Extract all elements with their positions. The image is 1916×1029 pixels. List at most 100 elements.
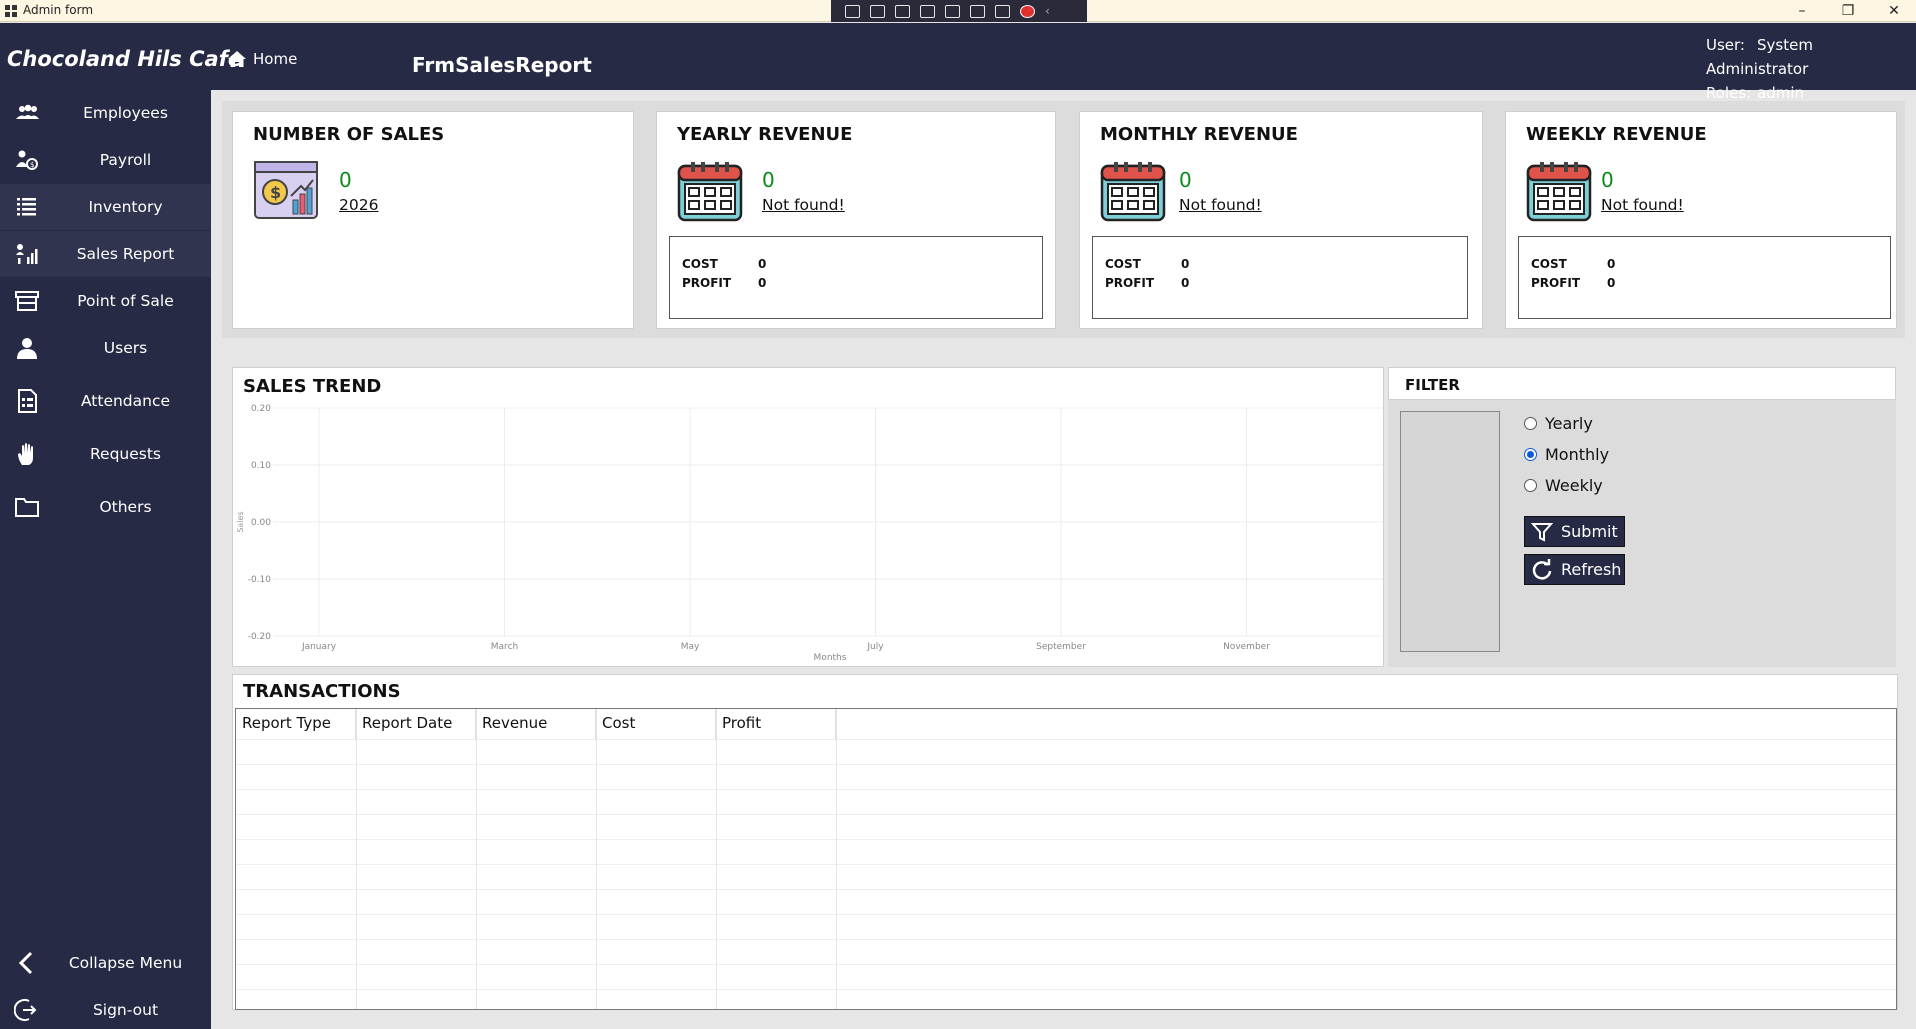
sidebar-item-label: Payroll [99, 151, 152, 169]
pointer-icon[interactable] [895, 4, 910, 18]
toolbar-icon[interactable] [845, 4, 860, 18]
y-tick-label: 0.00 [251, 518, 271, 528]
card-title: YEARLY REVENUE [677, 124, 853, 145]
column-header[interactable]: Cost [596, 709, 716, 739]
window-icon[interactable] [920, 4, 935, 18]
sidebar-item-attendance[interactable]: Attendance [0, 378, 211, 424]
sidebar-item-users[interactable]: Users [0, 325, 211, 371]
sidebar-item-label: Users [103, 339, 148, 357]
radio-label: Yearly [1545, 414, 1593, 433]
grid-row-line [236, 939, 1896, 940]
sidebar-item-point-of-sale[interactable]: Point of Sale [0, 278, 211, 324]
hand-icon [18, 443, 33, 465]
signout-label: Sign-out [92, 1001, 159, 1019]
sidebar-item-requests[interactable]: Requests [0, 431, 211, 477]
radio-weekly[interactable]: Weekly [1524, 476, 1603, 495]
y-tick-label: -0.10 [248, 575, 272, 585]
monthly-status-link[interactable]: Not found! [1179, 196, 1262, 214]
sidebar-item-others[interactable]: Others [0, 484, 211, 530]
grid-row-line [236, 889, 1896, 890]
camera-icon[interactable] [870, 4, 885, 18]
calendar-icon [1100, 162, 1166, 222]
app-icon [5, 5, 17, 17]
filter-funnel-icon [1531, 522, 1553, 542]
sidebar-item-label: Sales Report [76, 245, 175, 263]
x-tick-label: May [681, 642, 700, 652]
monitor-icon[interactable] [945, 4, 960, 18]
close-button[interactable]: ✕ [1872, 0, 1916, 22]
sidebar-item-label: Employees [83, 104, 168, 122]
store-icon [15, 291, 39, 311]
accessibility-icon[interactable] [995, 4, 1010, 18]
weekly-revenue-card: WEEKLY REVENUE 0 Not found! COST 0 PROFIT… [1505, 111, 1897, 329]
radio-label: Monthly [1545, 445, 1610, 464]
yearly-cost-profit-box: COST 0 PROFIT 0 [669, 236, 1043, 319]
column-header[interactable]: Report Type [236, 709, 356, 739]
y-tick-label: -0.20 [248, 632, 272, 642]
user-icon [17, 338, 37, 359]
column-header[interactable]: Profit [716, 709, 836, 739]
list-icon [17, 198, 36, 216]
radio-dot[interactable] [1524, 417, 1537, 430]
collapse-menu-button[interactable]: Collapse Menu [0, 940, 211, 986]
cost-value: 0 [758, 257, 767, 271]
sales-chart-icon: $ [254, 161, 318, 219]
x-tick-label: November [1223, 642, 1270, 652]
home-button[interactable]: Home [227, 49, 297, 69]
sidebar-item-payroll[interactable]: $ Payroll [0, 137, 211, 183]
signout-button[interactable]: Sign-out [0, 987, 211, 1029]
collapse-menu-label: Collapse Menu [68, 954, 183, 972]
transactions-table[interactable]: Report Type Report Date Revenue Cost Pro… [235, 708, 1897, 1010]
refresh-button[interactable]: Refresh [1524, 554, 1625, 585]
radio-monthly[interactable]: Monthly [1524, 445, 1609, 464]
sales-year-link[interactable]: 2026 [339, 196, 378, 214]
sidebar-item-sales-report[interactable]: Sales Report [0, 231, 211, 277]
x-tick-label: March [491, 642, 518, 652]
column-header[interactable]: Revenue [476, 709, 596, 739]
profit-value: 0 [1607, 276, 1616, 290]
grid-row-line [236, 739, 1896, 740]
restore-button[interactable]: ❐ [1826, 0, 1870, 22]
column-header[interactable]: Report Date [356, 709, 476, 739]
calendar-icon [677, 162, 743, 222]
minimize-button[interactable]: – [1780, 0, 1824, 22]
grid-row-line [236, 839, 1896, 840]
card-title: MONTHLY REVENUE [1100, 124, 1298, 145]
sales-trend-panel: SALES TREND 0.20 0.10 0.00 -0.10 -0.20 Januar… [232, 367, 1384, 667]
y-tick-label: 0.10 [251, 461, 271, 471]
x-tick-label: January [301, 642, 337, 652]
card-title: WEEKLY REVENUE [1526, 124, 1707, 145]
sidebar-item-inventory[interactable]: Inventory [0, 184, 211, 230]
yearly-revenue-card: YEARLY REVENUE 0 Not found! COST 0 PROFIT… [656, 111, 1056, 329]
y-axis-label: Sales [236, 511, 245, 532]
window-title: Admin form [23, 3, 94, 17]
audio-icon[interactable] [970, 4, 985, 18]
transactions-panel: TRANSACTIONS Report Type Report Date Rev… [232, 674, 1898, 1010]
yearly-status-link[interactable]: Not found! [762, 196, 845, 214]
sidebar-item-label: Attendance [80, 392, 171, 410]
cost-label: COST [1531, 257, 1567, 271]
radio-dot[interactable] [1524, 479, 1537, 492]
report-chart-icon [16, 244, 38, 264]
profit-label: PROFIT [682, 276, 732, 290]
grid-row-line [236, 864, 1896, 865]
payroll-icon: $ [16, 150, 38, 170]
attendance-sheet-icon [18, 389, 37, 413]
profit-value: 0 [1181, 276, 1190, 290]
submit-button[interactable]: Submit [1524, 516, 1625, 547]
svg-text:$: $ [30, 161, 34, 169]
weekly-status-link[interactable]: Not found! [1601, 196, 1684, 214]
stop-icon[interactable] [1020, 4, 1035, 18]
sidebar-item-label: Point of Sale [77, 292, 174, 310]
app-header: Chocoland Hils Cafe Home FrmSalesReport … [0, 23, 1916, 102]
chevron-left-icon[interactable]: ‹ [1045, 4, 1053, 18]
people-icon [16, 104, 39, 119]
radio-dot[interactable] [1524, 448, 1537, 461]
card-title: NUMBER OF SALES [253, 124, 445, 145]
svg-text:$: $ [270, 183, 281, 202]
radio-yearly[interactable]: Yearly [1524, 414, 1593, 433]
sales-trend-chart: 0.20 0.10 0.00 -0.10 -0.20 January March May Jul… [236, 404, 1383, 663]
home-label: Home [253, 50, 298, 68]
filter-header: FILTER [1388, 367, 1896, 400]
sidebar-item-employees[interactable]: Employees [0, 90, 211, 136]
